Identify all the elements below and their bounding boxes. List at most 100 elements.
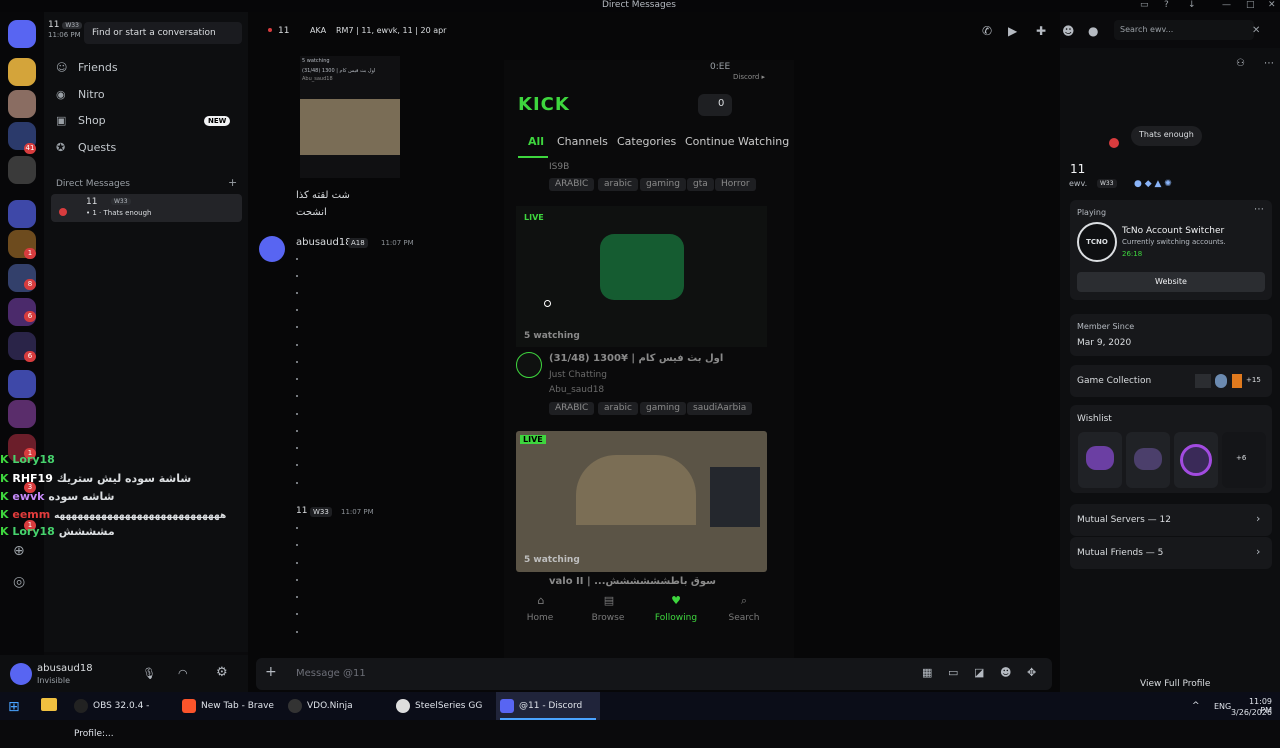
tag-chip[interactable]: gaming xyxy=(640,178,686,191)
nav-quests[interactable]: ✪ Quests xyxy=(56,141,116,154)
taskbar-discord[interactable]: @11 - Discord xyxy=(496,692,600,720)
settings-gear-icon[interactable]: ⚙ xyxy=(216,665,228,680)
server-folder[interactable] xyxy=(8,370,36,398)
help-icon[interactable]: ? xyxy=(1164,0,1169,10)
server-icon[interactable] xyxy=(8,58,36,86)
video-icon[interactable]: ▶ xyxy=(1008,24,1017,38)
inbox-icon[interactable]: ▭ xyxy=(1140,0,1149,10)
phone-status-app: Discord ▸ xyxy=(733,73,766,81)
call-icon[interactable]: ✆ xyxy=(982,24,992,38)
nav-home[interactable]: Home xyxy=(520,613,560,623)
nav-friends[interactable]: ☺ Friends xyxy=(56,61,118,74)
message-composer[interactable]: + Message @11 ▦ ▭ ◪ ☻ ✥ xyxy=(256,658,1052,690)
headphones-icon[interactable]: ◠ xyxy=(178,667,188,680)
tag-chip[interactable]: saudiAarbia xyxy=(687,402,753,415)
stream-thumbnail[interactable] xyxy=(516,206,767,347)
browse-icon[interactable]: ▤ xyxy=(594,594,624,607)
website-button[interactable]: Website xyxy=(1077,272,1265,292)
emoji-icon[interactable]: ☻ xyxy=(1000,666,1011,679)
maximize-icon[interactable]: □ xyxy=(1246,0,1255,10)
taskbar-brave[interactable]: New Tab - Brave xyxy=(178,692,278,720)
message-author[interactable]: 11 xyxy=(296,506,307,516)
stream-title[interactable]: valo II | ...سوق باطشششششش xyxy=(549,576,716,587)
gift-icon[interactable]: ▦ xyxy=(922,666,932,679)
heart-icon[interactable]: ♥ xyxy=(661,594,691,607)
wishlist-item[interactable] xyxy=(1174,432,1218,488)
avatar[interactable] xyxy=(10,663,32,685)
taskbar-obs[interactable]: OBS 32.0.4 - Profile:... xyxy=(70,692,170,739)
tab-channels[interactable]: Channels xyxy=(557,135,608,148)
nav-following[interactable]: Following xyxy=(650,613,702,623)
download-icon[interactable]: ↓ xyxy=(1188,0,1196,10)
apps-icon[interactable]: ✥ xyxy=(1027,666,1036,679)
close-icon[interactable]: ✕ xyxy=(1268,0,1276,10)
tag-chip[interactable]: gta xyxy=(687,178,714,191)
view-full-profile-link[interactable]: View Full Profile xyxy=(1140,679,1210,689)
avatar[interactable] xyxy=(259,236,285,262)
tag-chip[interactable]: ARABIC xyxy=(549,402,595,415)
home-icon[interactable]: ⌂ xyxy=(526,594,556,607)
avatar[interactable] xyxy=(516,352,542,378)
start-icon[interactable]: ⊞ xyxy=(8,699,20,715)
tag-chip[interactable]: ARABIC xyxy=(549,178,595,191)
mutual-friends-row[interactable]: Mutual Friends — 5 › xyxy=(1070,537,1272,569)
wishlist-item[interactable] xyxy=(1078,432,1122,488)
file-explorer-icon[interactable] xyxy=(41,698,57,711)
message-input[interactable]: Message @11 xyxy=(296,668,366,679)
microphone-icon[interactable]: 🎙︎ xyxy=(142,667,156,680)
wishlist-item[interactable] xyxy=(1126,432,1170,488)
home-button[interactable] xyxy=(8,20,36,48)
taskbar-steelseries[interactable]: SteelSeries GG xyxy=(392,692,492,720)
tab-categories[interactable]: Categories xyxy=(617,135,676,148)
search-input[interactable]: Search ewv... xyxy=(1114,20,1254,40)
quests-icon: ✪ xyxy=(56,141,66,154)
tag-chip[interactable]: arabic xyxy=(598,178,638,191)
stream-thumbnail xyxy=(300,99,400,155)
tab-continue-watching[interactable]: Continue Watching xyxy=(685,135,789,148)
user-profile-icon[interactable]: ● xyxy=(1088,24,1098,38)
stream-title[interactable]: (31/48) 1300¥ | اول بث فيس كام xyxy=(549,353,723,364)
server-icon[interactable] xyxy=(8,156,36,184)
tag-chip[interactable]: Horror xyxy=(715,178,756,191)
more-options-icon[interactable]: ⋯ xyxy=(1264,58,1274,69)
taskbar-vdo-ninja[interactable]: VDO.Ninja xyxy=(284,692,384,720)
nav-search[interactable]: Search xyxy=(722,613,766,623)
add-friend-icon[interactable]: ⚇ xyxy=(1236,58,1245,69)
more-options-icon[interactable]: ⋯ xyxy=(1254,204,1264,215)
kick-credit-counter[interactable]: 0 xyxy=(698,94,732,116)
stream-user: IS9B xyxy=(549,162,570,172)
find-conversation-input[interactable]: Find or start a conversation xyxy=(84,22,242,44)
gif-icon[interactable]: ▭ xyxy=(948,666,958,679)
stream-user: Abu_saud18 xyxy=(549,385,605,395)
wishlist-more[interactable]: +6 xyxy=(1222,432,1266,488)
game-count: +15 xyxy=(1246,376,1261,384)
nav-shop[interactable]: ▣ Shop xyxy=(56,114,106,127)
tab-all[interactable]: All xyxy=(528,135,544,148)
add-server-icon[interactable]: ⊕ xyxy=(13,543,25,559)
tray-chevron-icon[interactable]: ^ xyxy=(1192,701,1200,711)
add-friends-icon[interactable]: ☻ xyxy=(1062,24,1075,38)
search-icon[interactable]: ⌕ xyxy=(729,594,759,608)
message-author[interactable]: abusaud18 xyxy=(296,237,352,248)
clock-date[interactable]: 3/26/2026 xyxy=(1228,708,1272,717)
embed-screenshot[interactable]: 5 watching (31/48) 1300 | اول بث فيس كام… xyxy=(300,56,400,178)
server-icon[interactable] xyxy=(8,90,36,118)
close-search-icon[interactable]: ✕ xyxy=(1252,25,1260,36)
discover-icon[interactable]: ◎ xyxy=(13,574,25,590)
dm-item[interactable]: 11 W33 • 1 · Thats enough xyxy=(51,194,242,222)
mutual-servers-row[interactable]: Mutual Servers — 12 › xyxy=(1070,504,1272,536)
create-dm-button[interactable]: + xyxy=(228,176,237,189)
attach-plus-icon[interactable]: + xyxy=(265,664,277,680)
tag-chip[interactable]: arabic xyxy=(598,402,638,415)
server-folder[interactable] xyxy=(8,200,36,228)
tag-chip[interactable]: gaming xyxy=(640,402,686,415)
nav-browse[interactable]: Browse xyxy=(586,613,630,623)
message-timestamp: 11:07 PM xyxy=(381,239,414,247)
game-collection-card[interactable]: Game Collection +15 xyxy=(1070,365,1272,397)
server-icon[interactable] xyxy=(8,400,36,428)
nav-nitro[interactable]: ◉ Nitro xyxy=(56,88,105,101)
pin-icon[interactable]: ✚ xyxy=(1036,24,1046,38)
stream-thumbnail[interactable] xyxy=(516,431,767,572)
sticker-icon[interactable]: ◪ xyxy=(974,666,984,679)
minimize-icon[interactable]: — xyxy=(1222,0,1231,10)
